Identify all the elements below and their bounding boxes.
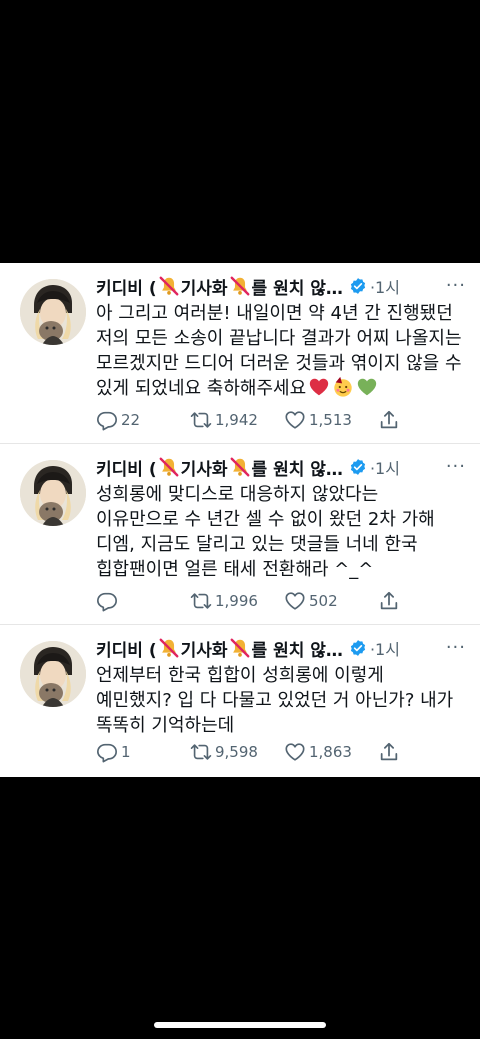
tweet-header: 키디비 ( 기사화 를 원치 않… ·1시 ··· [96,273,466,299]
reply-icon [96,409,118,431]
red-heart-icon [310,378,329,396]
tweet-text: 언제부터 한국 힙합이 성희롱에 이렇게 예민했지? 입 다 다물고 있었던 거… [96,665,454,736]
display-name-middle: 기사화 [180,459,228,480]
no-bell-icon [229,637,251,659]
like-count: 1,863 [309,743,352,761]
tweet-text-body: 아 그리고 여러분! 내일이면 약 4년 간 진행됐던 저의 모든 소송이 끝납… [96,303,462,399]
tweet[interactable]: 키디비 ( 기사화 를 원치 않… ·1시 ··· 언제부터 한국 힙합이 성희… [0,625,480,777]
timestamp-value: 1시 [375,640,400,659]
display-name-middle: 기사화 [180,278,228,299]
reply-button[interactable] [96,590,190,612]
no-bell-icon [158,275,180,297]
verified-badge-icon [349,458,367,476]
tweet-text: 아 그리고 여러분! 내일이면 약 4년 간 진행됐던 저의 모든 소송이 끝납… [96,301,464,401]
like-count: 1,513 [309,411,352,429]
display-name[interactable]: 키디비 ( 기사화 를 원치 않… [96,636,343,661]
retweet-count: 9,598 [215,743,258,761]
share-icon [378,741,400,763]
timestamp[interactable]: ·1시 [370,636,400,660]
tweet[interactable]: 키디비 ( 기사화 를 원치 않… ·1시 ··· 성희롱에 맞디스로 대응하지… [0,444,480,625]
retweet-button[interactable]: 1,996 [190,590,284,612]
like-icon [284,741,306,763]
tweet-actions: 1 9,598 1,863 [96,741,420,763]
share-button[interactable] [378,590,403,612]
retweet-count: 1,942 [215,411,258,429]
reply-button[interactable]: 22 [96,409,190,431]
tweet-text: 성희롱에 맞디스로 대응하지 않았다는 이유만으로 수 년간 셀 수 없이 왔던… [96,484,435,580]
tweet[interactable]: 키디비 ( 기사화 를 원치 않… ·1시 ··· 아 그리고 여러분! 내일이… [0,263,480,444]
no-bell-icon [158,456,180,478]
display-name[interactable]: 키디비 ( 기사화 를 원치 않… [96,455,343,480]
more-options-button[interactable]: ··· [446,456,466,477]
tweet-header: 키디비 ( 기사화 를 원치 않… ·1시 ··· [96,454,466,480]
more-options-button[interactable]: ··· [446,275,466,296]
retweet-icon [190,741,212,763]
like-icon [284,409,306,431]
display-name-prefix: 키디비 ( [96,459,157,480]
avatar[interactable] [20,279,86,345]
retweet-icon [190,590,212,612]
share-button[interactable] [378,409,403,431]
retweet-count: 1,996 [215,592,258,610]
tweet-actions: 22 1,942 1,513 [96,409,420,431]
tweet-actions: 1,996 502 [96,590,420,612]
share-icon [378,409,400,431]
retweet-icon [190,409,212,431]
reply-icon [96,590,118,612]
timestamp[interactable]: ·1시 [370,455,400,479]
display-name[interactable]: 키디비 ( 기사화 를 원치 않… [96,274,343,299]
avatar[interactable] [20,460,86,526]
display-name-suffix: 를 원치 않… [251,640,343,661]
share-button[interactable] [378,741,403,763]
timestamp-value: 1시 [375,459,400,478]
like-button[interactable]: 1,863 [284,741,378,763]
timestamp-value: 1시 [375,278,400,297]
tweet-list: 키디비 ( 기사화 를 원치 않… ·1시 ··· 아 그리고 여러분! 내일이… [0,263,480,777]
display-name-middle: 기사화 [180,640,228,661]
more-options-button[interactable]: ··· [446,637,466,658]
like-button[interactable]: 502 [284,590,378,612]
home-indicator[interactable] [154,1022,326,1028]
retweet-button[interactable]: 1,942 [190,409,284,431]
timestamp[interactable]: ·1시 [370,274,400,298]
display-name-suffix: 를 원치 않… [251,278,343,299]
verified-badge-icon [349,277,367,295]
no-bell-icon [158,637,180,659]
no-bell-icon [229,275,251,297]
like-count: 502 [309,592,338,610]
reply-button[interactable]: 1 [96,741,190,763]
green-heart-icon [358,378,377,396]
display-name-prefix: 키디비 ( [96,278,157,299]
no-bell-icon [229,456,251,478]
avatar[interactable] [20,641,86,707]
partying-face-icon [334,376,352,397]
reply-icon [96,741,118,763]
reply-count: 22 [121,411,141,429]
like-button[interactable]: 1,513 [284,409,378,431]
verified-badge-icon [349,639,367,657]
display-name-suffix: 를 원치 않… [251,459,343,480]
like-icon [284,590,306,612]
retweet-button[interactable]: 9,598 [190,741,284,763]
reply-count: 1 [121,743,131,761]
tweet-header: 키디비 ( 기사화 를 원치 않… ·1시 ··· [96,635,466,661]
display-name-prefix: 키디비 ( [96,640,157,661]
share-icon [378,590,400,612]
